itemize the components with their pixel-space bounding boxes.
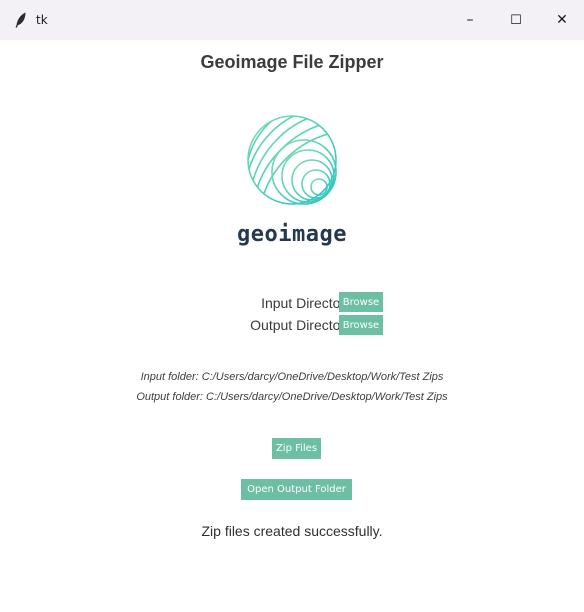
maximize-button[interactable]: ☐: [493, 0, 539, 40]
geoimage-globe-logo: [247, 115, 337, 205]
maximize-icon: ☐: [510, 12, 522, 28]
status-message: Zip files created successfully.: [201, 523, 383, 539]
browse-input-button[interactable]: Browse: [339, 292, 383, 312]
browse-output-button[interactable]: Browse: [339, 315, 383, 335]
window-title: tk: [36, 13, 48, 27]
close-icon: ✕: [556, 12, 568, 28]
input-folder-path: Input folder: C:/Users/darcy/OneDrive/De…: [140, 371, 444, 383]
output-directory-label: Output Directory:: [250, 317, 356, 333]
output-folder-path: Output folder: C:/Users/darcy/OneDrive/D…: [136, 391, 448, 403]
open-output-folder-button[interactable]: Open Output Folder: [241, 479, 352, 500]
app-title: Geoimage File Zipper: [200, 52, 384, 72]
logo-wordmark: geoimage: [237, 222, 347, 247]
title-bar[interactable]: tk – ☐ ✕: [0, 0, 584, 40]
tk-feather-icon: [15, 12, 26, 28]
input-directory-label: Input Directory:: [261, 295, 356, 311]
minimize-button[interactable]: –: [447, 0, 493, 40]
zip-files-button[interactable]: Zip Files: [272, 438, 321, 459]
close-button[interactable]: ✕: [539, 0, 584, 40]
minimize-icon: –: [466, 12, 474, 28]
app-window: tk – ☐ ✕ Geoimage File Zipper geoimage I…: [0, 0, 584, 612]
